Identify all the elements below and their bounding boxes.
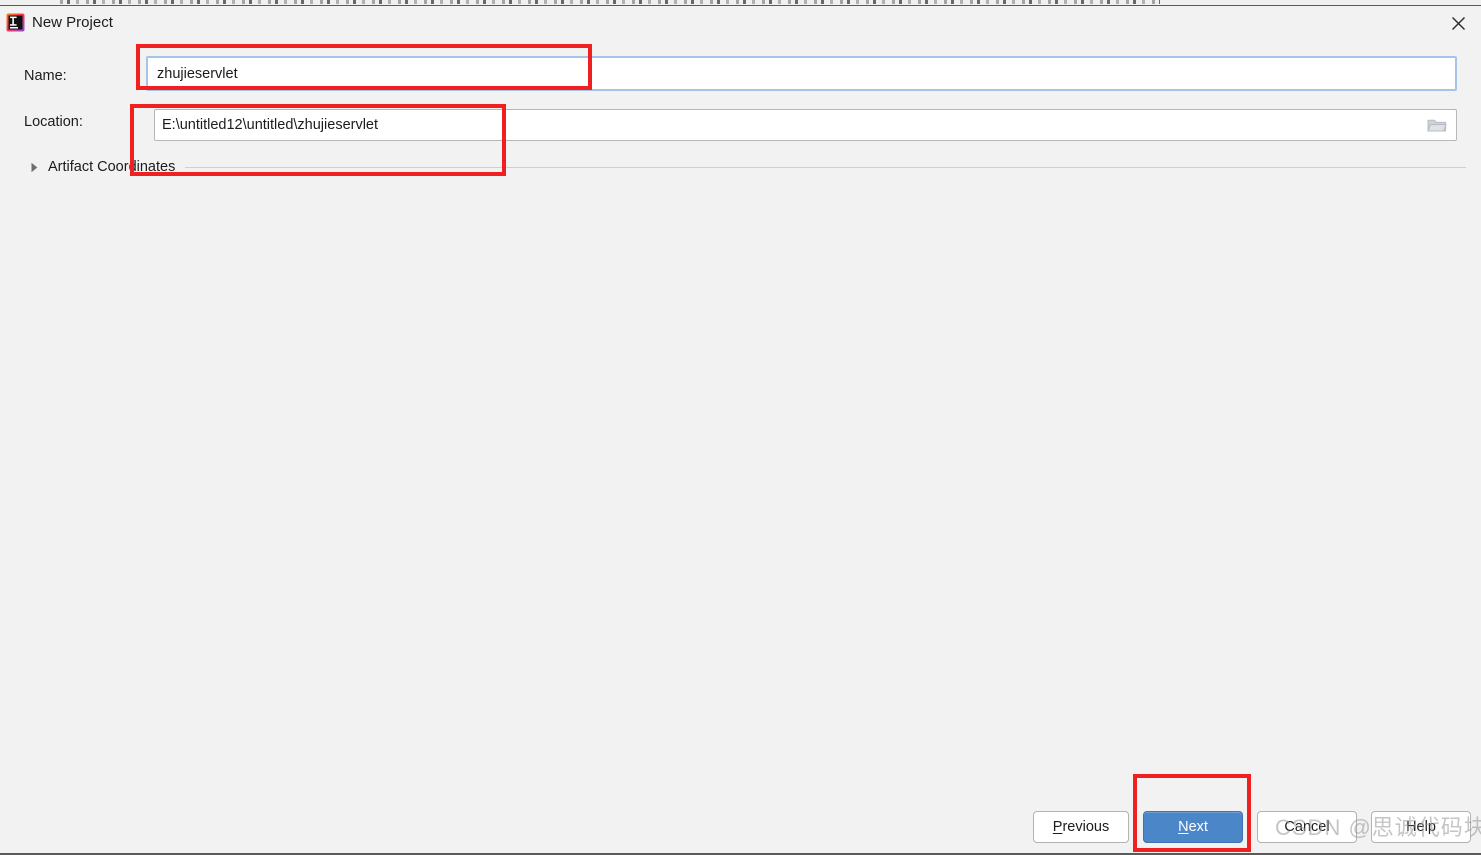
next-button[interactable]: Next [1143,811,1243,843]
previous-button-label: revious [1062,819,1110,835]
cancel-button[interactable]: Cancel [1257,811,1357,843]
next-button-label: ext [1188,819,1208,835]
background-window-content [60,0,1160,4]
previous-button[interactable]: Previous [1033,811,1129,843]
dialog-title: New Project [32,14,113,31]
location-input[interactable] [155,110,1414,140]
chevron-right-icon[interactable] [26,159,42,175]
help-button-label: Help [1406,819,1436,835]
cancel-button-label: Cancel [1284,819,1330,835]
artifact-coordinates-section[interactable]: Artifact Coordinates [26,156,1466,178]
next-button-mnemonic: N [1178,819,1189,835]
project-name-field[interactable] [146,56,1457,91]
location-label: Location: [24,114,83,130]
name-label: Name: [24,68,67,84]
dialog-footer: Previous Next Cancel Help [0,807,1481,847]
folder-icon[interactable] [1421,113,1453,137]
name-input[interactable] [148,58,1455,89]
intellij-idea-icon [6,13,25,32]
close-icon[interactable] [1435,6,1481,40]
section-separator [185,166,1466,168]
help-button[interactable]: Help [1371,811,1471,843]
project-location-field[interactable] [154,109,1457,141]
previous-button-mnemonic: P [1052,819,1063,835]
artifact-coordinates-label: Artifact Coordinates [48,159,176,175]
dialog-titlebar: New Project [0,6,1481,40]
new-project-dialog: New Project Name: Location: Artifac [0,6,1481,855]
